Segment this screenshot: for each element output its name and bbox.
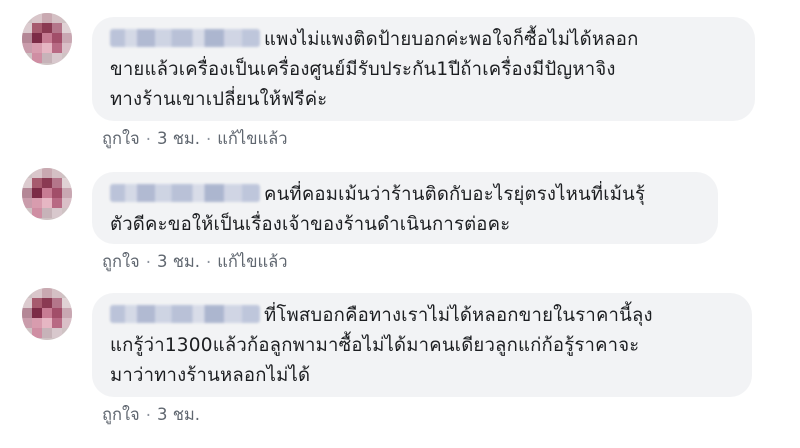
commenter-name-blurred[interactable] xyxy=(110,184,260,202)
comment-bubble: คนที่คอมเม้นว่าร้านติดกับอะไรยุ่ตรงไหนที… xyxy=(92,172,718,244)
comment-text: คนที่คอมเม้นว่าร้านติดกับอะไรยุ่ตรงไหนที… xyxy=(110,180,700,240)
separator-dot: · xyxy=(145,252,151,272)
comment-line: คนที่คอมเม้นว่าร้านติดกับอะไรยุ่ตรงไหนที… xyxy=(264,184,646,205)
comment-line: แพงไม่แพงติดป้ายบอกค่ะพอใจก็ซื้อไม่ได้หล… xyxy=(264,29,639,50)
comment-time[interactable]: 3 ชม. xyxy=(157,126,200,152)
comment-actions: ถูกใจ · 3 ชม. · แก้ไขแล้ว xyxy=(102,126,288,152)
comment-bubble: ที่โพสบอกคือทางเราไม่ได้หลอกขายในราคานี้… xyxy=(92,293,752,397)
comment-line: ตัวดีคะขอให้เป็นเรื่องเจ้าของร้านดำเนินก… xyxy=(110,214,511,235)
comment-actions: ถูกใจ · 3 ชม. xyxy=(102,402,200,428)
commenter-name-blurred[interactable] xyxy=(110,305,260,323)
comment-text: แพงไม่แพงติดป้ายบอกค่ะพอใจก็ซื้อไม่ได้หล… xyxy=(110,25,737,115)
comment-line: ทางร้านเขาเปลี่ยนให้ฟรีค่ะ xyxy=(110,89,328,110)
edited-label[interactable]: แก้ไขแล้ว xyxy=(217,249,287,275)
edited-label[interactable]: แก้ไขแล้ว xyxy=(217,126,287,152)
comment-line: ที่โพสบอกคือทางเราไม่ได้หลอกขายในราคานี้… xyxy=(264,305,653,326)
separator-dot: · xyxy=(145,405,151,425)
commenter-name-blurred[interactable] xyxy=(110,29,260,47)
separator-dot: · xyxy=(206,129,212,149)
comment-time[interactable]: 3 ชม. xyxy=(157,249,200,275)
avatar[interactable] xyxy=(22,288,72,340)
avatar[interactable] xyxy=(22,13,72,65)
comment-time[interactable]: 3 ชม. xyxy=(157,402,200,428)
like-link[interactable]: ถูกใจ xyxy=(102,249,140,275)
like-link[interactable]: ถูกใจ xyxy=(102,402,140,428)
comment-actions: ถูกใจ · 3 ชม. · แก้ไขแล้ว xyxy=(102,249,288,275)
comment-text: ที่โพสบอกคือทางเราไม่ได้หลอกขายในราคานี้… xyxy=(110,301,734,391)
separator-dot: · xyxy=(206,252,212,272)
avatar[interactable] xyxy=(22,168,72,220)
comment-line: มาว่าทางร้านหลอกไม่ได้ xyxy=(110,365,311,386)
like-link[interactable]: ถูกใจ xyxy=(102,126,140,152)
comment-line: แกรู้ว่า1300แล้วก้อลูกพามาซื้อไม่ได้มาคน… xyxy=(110,335,640,356)
comment-line: ขายแล้วเครื่องเป็นเครื่องศูนย์มีรับประกั… xyxy=(110,59,616,80)
separator-dot: · xyxy=(145,129,151,149)
comment-bubble: แพงไม่แพงติดป้ายบอกค่ะพอใจก็ซื้อไม่ได้หล… xyxy=(92,17,755,121)
